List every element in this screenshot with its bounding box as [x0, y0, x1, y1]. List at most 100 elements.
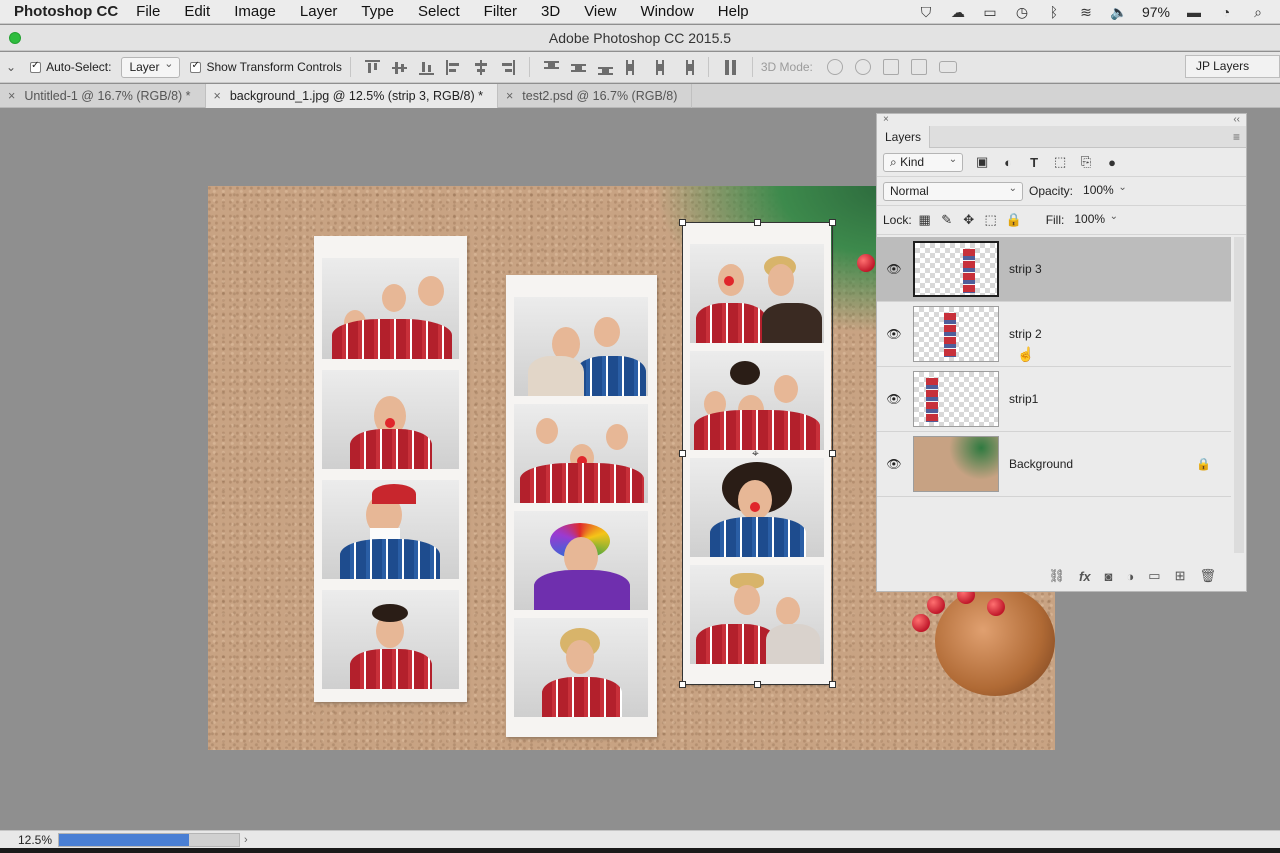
lock-transparent-icon[interactable]: ▦: [918, 212, 932, 228]
menu-file[interactable]: File: [136, 3, 160, 20]
lock-position-icon[interactable]: ✥: [962, 212, 976, 228]
filter-pixel-icon[interactable]: ▣: [975, 154, 989, 170]
tab-background-1[interactable]: × background_1.jpg @ 12.5% (strip 3, RGB/…: [205, 84, 498, 108]
3d-pan-icon[interactable]: [882, 59, 899, 75]
visibility-eye-icon[interactable]: 👁: [877, 457, 911, 471]
filter-type-icon[interactable]: T: [1027, 155, 1041, 170]
menu-window[interactable]: Window: [640, 3, 693, 20]
menu-select[interactable]: Select: [418, 3, 460, 20]
close-tab-icon[interactable]: ×: [8, 89, 15, 103]
new-layer-icon[interactable]: ⊞: [1175, 568, 1186, 584]
layer-mask-icon[interactable]: ◙: [1105, 569, 1113, 584]
panel-close-icon[interactable]: ×: [883, 114, 889, 126]
distribute-vcenter-icon[interactable]: [570, 60, 586, 75]
layers-scrollbar[interactable]: [1234, 237, 1244, 553]
time-machine-icon[interactable]: ◷: [1014, 4, 1030, 20]
search-icon[interactable]: ⌕: [1250, 4, 1266, 20]
auto-select-dropdown[interactable]: Layer: [121, 55, 181, 78]
transform-center-icon[interactable]: ⌖: [752, 446, 759, 461]
airplay-icon[interactable]: ▭: [982, 4, 998, 20]
workspace-switcher[interactable]: JP Layers: [1185, 55, 1280, 78]
3d-roll-icon[interactable]: [854, 59, 871, 75]
blend-mode-dropdown[interactable]: Normal: [883, 180, 1023, 201]
auto-select-checkbox[interactable]: [30, 60, 42, 73]
transform-handle[interactable]: [754, 681, 761, 688]
lock-image-icon[interactable]: ✎: [940, 212, 954, 228]
layer-row-strip-2[interactable]: 👁 strip 2 ☝: [877, 302, 1231, 367]
filter-kind-dropdown[interactable]: ⌕ Kind: [883, 151, 964, 172]
opacity-input[interactable]: 100%: [1077, 179, 1132, 201]
3d-slide-icon[interactable]: [910, 59, 927, 75]
window-zoom-button[interactable]: [9, 32, 21, 44]
lock-artboard-icon[interactable]: ⬚: [984, 212, 998, 228]
transform-handle[interactable]: [679, 219, 686, 226]
menu-filter[interactable]: Filter: [484, 3, 517, 20]
battery-icon[interactable]: ▬: [1186, 4, 1202, 20]
tool-preset-chevron-icon[interactable]: ⌄: [6, 60, 16, 74]
layer-row-strip-3[interactable]: 👁 strip 3: [877, 237, 1231, 302]
delete-layer-trash-icon[interactable]: 🗑: [1199, 568, 1216, 584]
distribute-hcenter-icon[interactable]: [652, 59, 667, 75]
filter-shape-icon[interactable]: ⬚: [1053, 154, 1067, 170]
menu-layer[interactable]: Layer: [300, 3, 338, 20]
wifi-icon[interactable]: ≋: [1078, 4, 1094, 20]
layer-row-background[interactable]: 👁 Background 🔒: [877, 432, 1231, 497]
layer-style-fx-icon[interactable]: fx: [1079, 569, 1091, 584]
align-hcenter-icon[interactable]: [473, 59, 488, 75]
auto-align-icon[interactable]: [723, 59, 738, 75]
visibility-eye-icon[interactable]: 👁: [877, 327, 911, 341]
photo-strip-1[interactable]: [314, 236, 467, 702]
zoom-level[interactable]: 12.5%: [0, 833, 58, 847]
clock-icon[interactable]: ◔: [1218, 4, 1234, 20]
3d-scale-icon[interactable]: [938, 61, 957, 73]
volume-icon[interactable]: 🔈: [1110, 4, 1127, 20]
menu-type[interactable]: Type: [361, 3, 394, 20]
align-bottom-icon[interactable]: [418, 60, 434, 75]
fill-input[interactable]: 100%: [1068, 208, 1123, 230]
menu-edit[interactable]: Edit: [184, 3, 210, 20]
visibility-eye-icon[interactable]: 👁: [877, 392, 911, 406]
distribute-right-icon[interactable]: [679, 59, 694, 75]
panel-menu-icon[interactable]: ≡: [1233, 130, 1240, 144]
show-transform-checkbox[interactable]: [190, 60, 202, 73]
menu-3d[interactable]: 3D: [541, 3, 560, 20]
creative-cloud-icon[interactable]: ☁: [950, 4, 966, 20]
transform-handle[interactable]: [679, 450, 686, 457]
distribute-left-icon[interactable]: [625, 59, 640, 75]
menu-image[interactable]: Image: [234, 3, 276, 20]
tab-test2[interactable]: × test2.psd @ 16.7% (RGB/8): [498, 84, 693, 108]
new-group-folder-icon[interactable]: ▭: [1148, 568, 1160, 584]
align-top-icon[interactable]: [364, 59, 380, 75]
filter-toggle-icon[interactable]: ●: [1105, 155, 1119, 170]
transform-handle[interactable]: [754, 219, 761, 226]
layer-name[interactable]: strip1: [1009, 392, 1231, 406]
align-left-icon[interactable]: [445, 59, 461, 75]
shield-icon[interactable]: ⛉: [918, 4, 934, 20]
layer-name[interactable]: strip 3: [1009, 262, 1231, 276]
bluetooth-icon[interactable]: ᛒ: [1046, 4, 1062, 20]
align-right-icon[interactable]: [500, 59, 515, 75]
tab-layers[interactable]: Layers: [877, 126, 931, 148]
status-menu-arrow-icon[interactable]: ›: [244, 834, 248, 846]
align-vcenter-icon[interactable]: [391, 60, 407, 75]
tab-untitled-1[interactable]: × Untitled-1 @ 16.7% (RGB/8) *: [0, 84, 206, 108]
menu-view[interactable]: View: [584, 3, 616, 20]
layer-lock-icon[interactable]: 🔒: [1196, 457, 1211, 471]
menu-help[interactable]: Help: [718, 3, 749, 20]
transform-handle[interactable]: [829, 450, 836, 457]
app-menu[interactable]: Photoshop CC: [14, 3, 118, 20]
distribute-bottom-icon[interactable]: [597, 60, 613, 75]
layer-name[interactable]: strip 2: [1009, 327, 1231, 341]
adjustment-layer-icon[interactable]: ◑: [1126, 569, 1134, 584]
photo-strip-2[interactable]: [506, 275, 657, 737]
transform-handle[interactable]: [829, 219, 836, 226]
3d-orbit-icon[interactable]: [826, 59, 843, 75]
panel-collapse-icon[interactable]: ‹‹: [1233, 114, 1240, 126]
layer-name[interactable]: Background: [1009, 457, 1196, 471]
close-tab-icon[interactable]: ×: [214, 89, 221, 103]
transform-handle[interactable]: [829, 681, 836, 688]
close-tab-icon[interactable]: ×: [506, 89, 513, 103]
filter-smart-object-icon[interactable]: ⎘: [1079, 154, 1093, 170]
lock-all-icon[interactable]: 🔒: [1006, 212, 1022, 228]
filter-adjustment-icon[interactable]: ◐: [1001, 155, 1015, 170]
